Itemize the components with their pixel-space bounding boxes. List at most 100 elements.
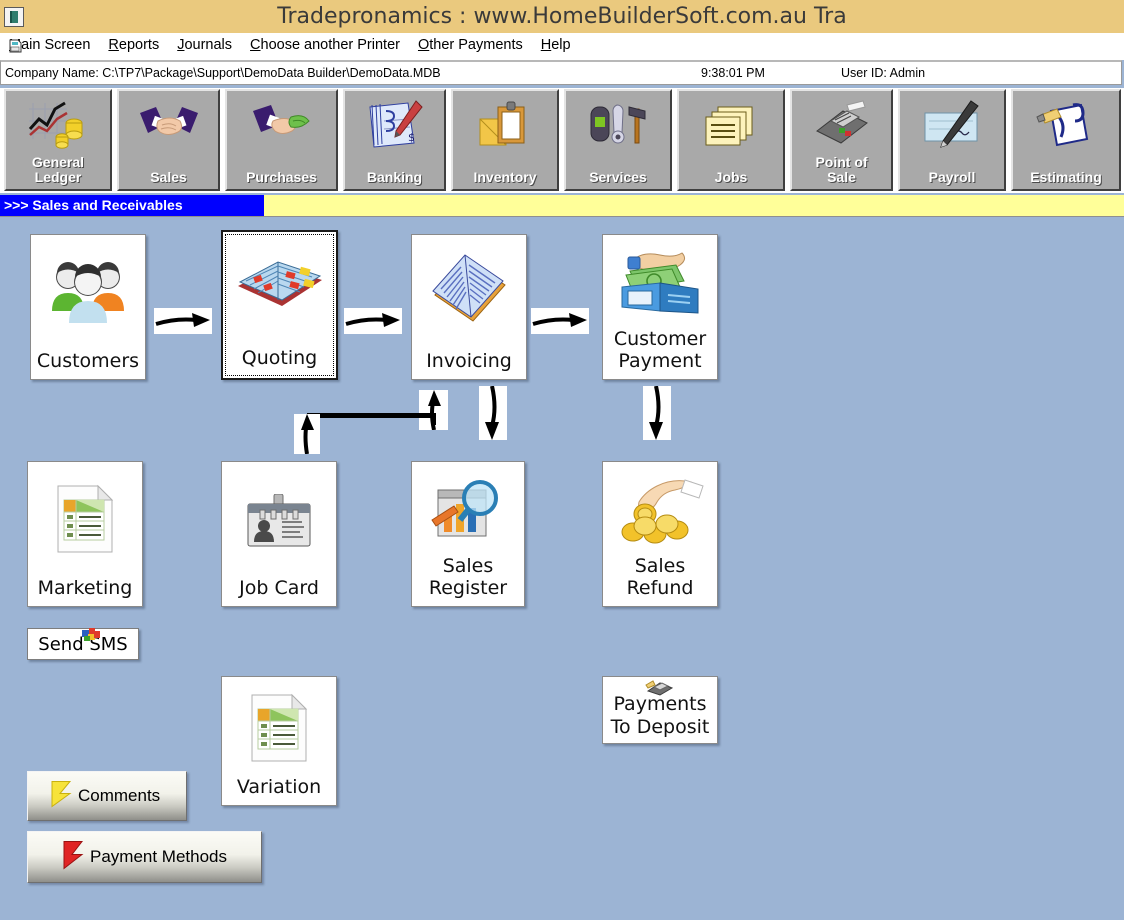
- tile-sales-refund[interactable]: Sales Refund: [602, 461, 718, 607]
- clipboard-pencil-icon: [1035, 99, 1097, 155]
- tile-marketing[interactable]: Marketing: [27, 461, 143, 607]
- toolbar-label-purchases: Purchases: [246, 169, 317, 185]
- connector-vertical-stub: [431, 413, 436, 425]
- arrow-invoicing-to-customer-payment: [531, 308, 589, 334]
- toolbar-label-banking: Banking: [366, 169, 423, 185]
- menu-main-screen-label: ain Screen: [21, 37, 91, 53]
- toolbar-button-services[interactable]: Services: [564, 89, 672, 191]
- toolbar-button-point-of-sale[interactable]: Point of Sale: [790, 89, 893, 191]
- toolbar-label-general-ledger: General Ledger: [31, 154, 85, 185]
- tile-label-customer-payment-line1: Customer: [613, 328, 707, 350]
- send-sms-button[interactable]: Send SMS: [27, 627, 139, 660]
- toolbar-button-inventory[interactable]: Inventory: [451, 89, 559, 191]
- clipboard-box-icon: [474, 99, 536, 155]
- menu-help-label: elp: [551, 37, 571, 53]
- cheque-signature-icon: [921, 99, 983, 155]
- module-toolbar: General Ledger Sales Purchases $ Banking…: [0, 88, 1124, 193]
- menu-help-accel: H: [540, 37, 552, 53]
- menu-bar: Main ScreenReportsJournalsChoose another…: [0, 33, 1124, 60]
- toolbar-label-sales: Sales: [150, 169, 187, 185]
- payment-methods-label: Payment Methods: [90, 847, 228, 866]
- handshake-icon: [138, 99, 200, 155]
- toolbar-button-sales[interactable]: Sales: [117, 89, 220, 191]
- toolbar-button-estimating[interactable]: Estimating: [1011, 89, 1121, 191]
- yellow-flag-icon: [48, 779, 74, 814]
- toolbar-button-payroll[interactable]: Payroll: [898, 89, 1006, 191]
- menu-choose-another-printer[interactable]: Choose another Printer: [241, 33, 409, 56]
- hand-money-icon: [251, 99, 313, 155]
- toolbar-button-purchases[interactable]: Purchases: [225, 89, 338, 191]
- menu-other-payments[interactable]: Other Payments: [409, 33, 532, 56]
- menu-other-payments-label: ther Payments: [429, 37, 523, 53]
- toolbar-button-jobs[interactable]: Jobs: [677, 89, 785, 191]
- tile-label-sales-register-line2: Register: [428, 577, 508, 599]
- arrow-up-from-job-card: [294, 414, 320, 454]
- spreadsheet-page-icon: [248, 693, 310, 768]
- card-terminal-icon: [811, 99, 873, 155]
- menu-reports-label: eports: [118, 37, 160, 53]
- tile-payments-to-deposit[interactable]: Payments To Deposit: [602, 676, 718, 744]
- menu-printer-label: hoose another Printer: [260, 37, 400, 53]
- document-icon: [8, 38, 24, 54]
- sms-colored-icon: [82, 627, 101, 649]
- tile-label-payments-to-deposit-line2: To Deposit: [610, 716, 710, 738]
- tile-quoting[interactable]: Quoting: [221, 230, 338, 380]
- tile-label-customer-payment-line2: Payment: [618, 350, 702, 372]
- arrow-customers-to-quoting: [154, 308, 212, 334]
- toolbar-label-point-of-sale: Point of Sale: [815, 154, 868, 185]
- tile-sales-register[interactable]: Sales Register: [411, 461, 525, 607]
- red-flag-icon: [60, 839, 86, 876]
- menu-reports-accel: R: [108, 37, 119, 53]
- spreadsheet-page-icon: [54, 484, 116, 559]
- tile-label-sales-register-line1: Sales: [442, 555, 494, 577]
- tools-icon: [587, 99, 649, 155]
- tile-variation[interactable]: Variation: [221, 676, 337, 806]
- section-banner: >>> Sales and Receivables: [0, 195, 1124, 217]
- toolbar-label-inventory: Inventory: [473, 169, 537, 185]
- cheque-pen-icon: $: [364, 99, 426, 155]
- menu-printer-accel: C: [250, 37, 261, 53]
- tile-label-variation: Variation: [236, 776, 322, 798]
- window-title: Tradepronamics : www.HomeBuilderSoft.com…: [277, 4, 847, 29]
- hand-cash-wallet-icon: [614, 247, 706, 322]
- menu-reports[interactable]: Reports: [99, 33, 168, 56]
- tile-label-quoting: Quoting: [241, 347, 318, 369]
- title-bar: Tradepronamics : www.HomeBuilderSoft.com…: [0, 0, 1124, 34]
- chart-magnifier-icon: [430, 476, 506, 551]
- toolbar-label-jobs: Jobs: [714, 169, 748, 185]
- tile-label-marketing: Marketing: [37, 577, 133, 599]
- tile-customer-payment[interactable]: Customer Payment: [602, 234, 718, 380]
- tile-job-card[interactable]: Job Card: [221, 461, 337, 607]
- tile-customers[interactable]: Customers: [30, 234, 146, 380]
- arrow-down-to-sales-register: [479, 386, 507, 440]
- payment-methods-button[interactable]: Payment Methods: [27, 831, 262, 883]
- id-badge-icon: [244, 493, 314, 555]
- arrow-quoting-to-invoicing: [344, 308, 402, 334]
- arrow-down-to-sales-refund: [643, 386, 671, 440]
- blue-open-book-icon: [427, 249, 511, 334]
- tile-label-sales-refund-line2: Refund: [626, 577, 694, 599]
- menu-help[interactable]: Help: [532, 33, 580, 56]
- tile-label-payments-to-deposit-line1: Payments: [613, 693, 707, 715]
- comments-button-face: Comments: [28, 772, 186, 820]
- stacked-pages-icon: [700, 99, 762, 155]
- workflow-canvas: Customers Quoting Invoicing Customer Pay…: [0, 218, 1124, 920]
- menu-other-payments-accel: O: [417, 37, 430, 53]
- toolbar-button-banking[interactable]: $ Banking: [343, 89, 446, 191]
- menu-journals[interactable]: Journals: [168, 33, 241, 56]
- hand-coins-icon: [615, 478, 705, 549]
- tile-label-job-card: Job Card: [239, 577, 319, 599]
- toolbar-button-general-ledger[interactable]: General Ledger: [4, 89, 112, 191]
- connector-horizontal-line: [307, 413, 435, 418]
- menu-journals-label: ournals: [184, 37, 233, 53]
- tile-invoicing[interactable]: Invoicing: [411, 234, 527, 380]
- tile-label-invoicing: Invoicing: [426, 350, 512, 372]
- people-group-icon: [45, 251, 131, 332]
- toolbar-label-services: Services: [589, 169, 647, 185]
- payment-methods-button-face: Payment Methods: [28, 832, 261, 882]
- svg-text:$: $: [408, 131, 415, 144]
- status-user-id: User ID: Admin: [841, 66, 926, 80]
- status-company-path: Company Name: C:\TP7\Package\Support\Dem…: [5, 66, 441, 80]
- comments-button[interactable]: Comments: [27, 771, 187, 821]
- tile-label-sales-refund-line1: Sales: [634, 555, 686, 577]
